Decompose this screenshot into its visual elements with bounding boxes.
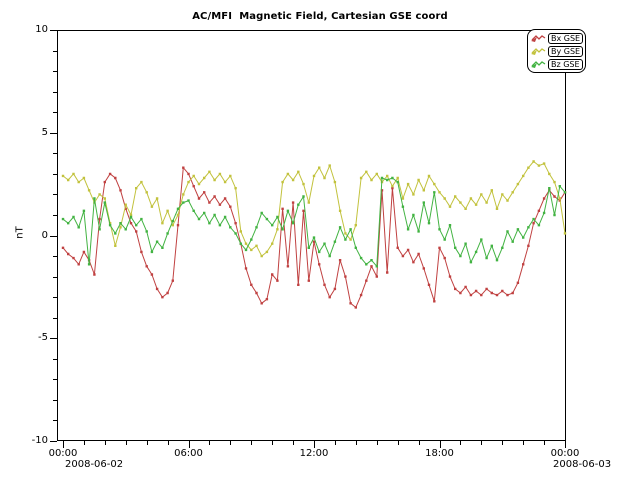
legend: Bx GSE By GSE Bz GSE <box>527 29 586 73</box>
legend-line-sample-icon <box>531 59 546 69</box>
series-line-bz <box>63 178 565 266</box>
legend-entry: Bx GSE <box>531 32 583 44</box>
legend-entry: Bz GSE <box>531 58 583 70</box>
plot-frame <box>58 31 566 441</box>
y-tick-label: 10 <box>20 24 48 36</box>
y-tick-label: 0 <box>20 230 48 242</box>
legend-entry: By GSE <box>531 45 583 57</box>
x-tick-label: 06:00 <box>167 448 211 460</box>
y-tick-label: -10 <box>20 435 48 447</box>
chart: AC/MFI Magnetic Field, Cartesian GSE coo… <box>0 0 640 480</box>
x-tick-label: 12:00 <box>292 448 336 460</box>
legend-label: Bz GSE <box>548 59 583 70</box>
legend-line-sample-icon <box>531 46 546 56</box>
legend-label: Bx GSE <box>548 33 583 44</box>
x-date-label: 2008-06-02 <box>65 459 123 471</box>
legend-line-sample-icon <box>531 33 546 43</box>
series-markers-bz <box>62 177 566 268</box>
legend-label: By GSE <box>548 46 583 57</box>
x-tick-label: 18:00 <box>418 448 462 460</box>
x-date-label: 2008-06-03 <box>553 459 611 471</box>
y-tick-label: -5 <box>20 332 48 344</box>
y-tick-label: 5 <box>20 127 48 139</box>
